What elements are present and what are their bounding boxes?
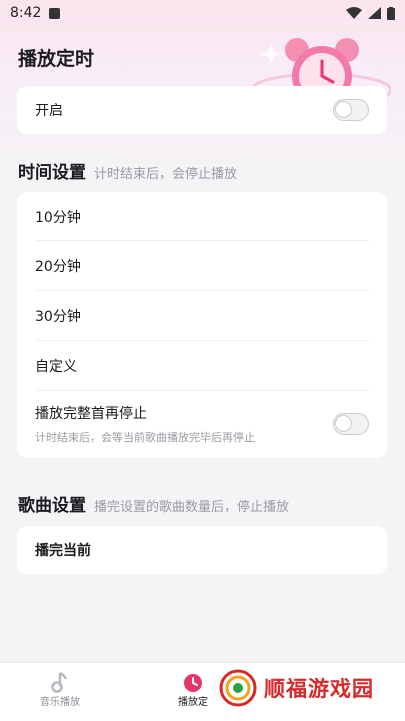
song-section-subtitle: 播完设置的歌曲数量后，停止播放 [94,500,290,515]
wifi-icon [346,7,362,19]
song-section-title: 歌曲设置 [18,496,86,516]
song-option-current[interactable]: 播完当前 [17,526,387,574]
nav-label: 音乐播放 [40,697,80,708]
enable-toggle[interactable] [333,99,369,121]
timer-icon [184,674,202,692]
music-note-icon [51,671,68,693]
notification-icon [49,7,61,19]
signal-icon [368,7,381,19]
time-section-header: 时间设置 计时结束后，会停止播放 [18,158,237,183]
full-play-row: 播放完整首再停止 计时结束后，会等当前歌曲播放完毕后再停止 [17,391,387,457]
full-play-label: 播放完整首再停止 [35,406,147,422]
full-play-toggle[interactable] [333,413,369,435]
time-option-20[interactable]: 20分钟 [17,241,387,290]
toggle-knob [336,102,351,117]
watermark-text: 顺福游戏园 [264,677,374,701]
enable-label: 开启 [35,103,63,119]
option-label: 20分钟 [35,258,81,275]
song-section-header: 歌曲设置 播完设置的歌曲数量后，停止播放 [18,491,289,516]
status-bar: 8:42 [0,0,405,26]
time-section-subtitle: 计时结束后，会停止播放 [94,167,238,182]
option-label: 播完当前 [35,543,91,559]
option-label: 自定义 [35,358,77,375]
time-options-card: 10分钟 20分钟 30分钟 自定义 播放完整首再停止 计时结束后，会等当前歌曲… [17,192,387,458]
option-label: 10分钟 [35,210,81,226]
watermark: 顺福游戏园 [218,668,374,708]
nav-item-timer[interactable]: 播放定 [178,671,208,708]
nav-label: 播放定 [178,697,208,708]
watermark-logo-icon [219,669,257,707]
enable-card: 开启 [17,86,387,134]
song-options-card: 播完当前 [17,526,387,574]
nav-item-music-play[interactable]: 音乐播放 [40,671,80,708]
full-play-desc: 计时结束后，会等当前歌曲播放完毕后再停止 [35,431,255,444]
status-time: 8:42 [10,5,42,21]
time-option-10[interactable]: 10分钟 [17,192,387,240]
time-section-title: 时间设置 [18,163,86,183]
time-option-30[interactable]: 30分钟 [17,291,387,340]
option-label: 30分钟 [35,308,81,325]
toggle-knob [336,416,351,431]
time-option-custom[interactable]: 自定义 [17,341,387,390]
page-title: 播放定时 [18,48,95,70]
battery-icon [387,6,395,20]
